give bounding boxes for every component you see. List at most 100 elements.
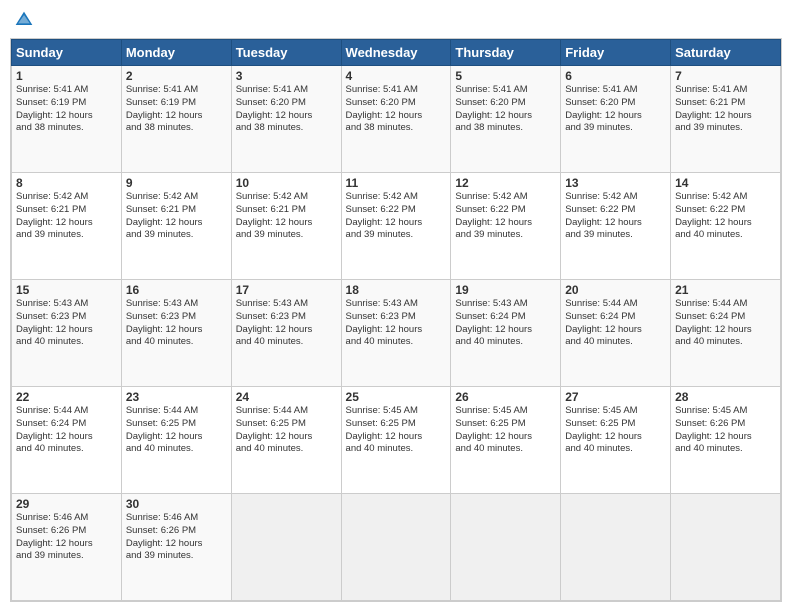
weekday-header: Saturday bbox=[671, 40, 781, 66]
day-info: Sunrise: 5:46 AM Sunset: 6:26 PM Dayligh… bbox=[126, 512, 227, 563]
calendar-week-row: 8 Sunrise: 5:42 AM Sunset: 6:21 PM Daylig… bbox=[12, 173, 781, 280]
day-info: Sunrise: 5:44 AM Sunset: 6:24 PM Dayligh… bbox=[16, 405, 117, 456]
day-number: 15 bbox=[16, 283, 117, 297]
calendar-cell: 15Sunrise: 5:43 AM Sunset: 6:23 PM Dayli… bbox=[12, 280, 122, 387]
day-number: 3 bbox=[236, 69, 337, 83]
day-number: 30 bbox=[126, 497, 227, 511]
day-number: 17 bbox=[236, 283, 337, 297]
calendar-header-row: SundayMondayTuesdayWednesdayThursdayFrid… bbox=[12, 40, 781, 66]
day-number: 4 bbox=[346, 69, 447, 83]
calendar-cell: 10Sunrise: 5:42 AM Sunset: 6:21 PM Dayli… bbox=[231, 173, 341, 280]
day-info: Sunrise: 5:44 AM Sunset: 6:24 PM Dayligh… bbox=[675, 298, 776, 349]
calendar-cell: 27Sunrise: 5:45 AM Sunset: 6:25 PM Dayli… bbox=[561, 387, 671, 494]
calendar-cell: 28Sunrise: 5:45 AM Sunset: 6:26 PM Dayli… bbox=[671, 387, 781, 494]
day-number: 27 bbox=[565, 390, 666, 404]
day-info: Sunrise: 5:44 AM Sunset: 6:25 PM Dayligh… bbox=[126, 405, 227, 456]
calendar-week-row: 29Sunrise: 5:46 AM Sunset: 6:26 PM Dayli… bbox=[12, 494, 781, 601]
calendar-cell: 20Sunrise: 5:44 AM Sunset: 6:24 PM Dayli… bbox=[561, 280, 671, 387]
calendar-cell: 8Sunrise: 5:42 AM Sunset: 6:21 PM Daylig… bbox=[12, 173, 122, 280]
calendar-cell: 6Sunrise: 5:41 AM Sunset: 6:20 PM Daylig… bbox=[561, 66, 671, 173]
day-number: 6 bbox=[565, 69, 666, 83]
day-number: 22 bbox=[16, 390, 117, 404]
day-number: 13 bbox=[565, 176, 666, 190]
day-info: Sunrise: 5:45 AM Sunset: 6:25 PM Dayligh… bbox=[565, 405, 666, 456]
logo bbox=[14, 10, 36, 30]
calendar-cell: 2Sunrise: 5:41 AM Sunset: 6:19 PM Daylig… bbox=[121, 66, 231, 173]
day-number: 8 bbox=[16, 176, 117, 190]
calendar: SundayMondayTuesdayWednesdayThursdayFrid… bbox=[10, 38, 782, 602]
calendar-cell: 3Sunrise: 5:41 AM Sunset: 6:20 PM Daylig… bbox=[231, 66, 341, 173]
day-info: Sunrise: 5:42 AM Sunset: 6:22 PM Dayligh… bbox=[675, 191, 776, 242]
calendar-cell: 19Sunrise: 5:43 AM Sunset: 6:24 PM Dayli… bbox=[451, 280, 561, 387]
day-info: Sunrise: 5:42 AM Sunset: 6:21 PM Dayligh… bbox=[126, 191, 227, 242]
day-number: 9 bbox=[126, 176, 227, 190]
calendar-cell: 14Sunrise: 5:42 AM Sunset: 6:22 PM Dayli… bbox=[671, 173, 781, 280]
day-info: Sunrise: 5:41 AM Sunset: 6:20 PM Dayligh… bbox=[565, 84, 666, 135]
day-info: Sunrise: 5:45 AM Sunset: 6:25 PM Dayligh… bbox=[455, 405, 556, 456]
calendar-cell: 18Sunrise: 5:43 AM Sunset: 6:23 PM Dayli… bbox=[341, 280, 451, 387]
day-info: Sunrise: 5:44 AM Sunset: 6:24 PM Dayligh… bbox=[565, 298, 666, 349]
day-number: 18 bbox=[346, 283, 447, 297]
day-info: Sunrise: 5:45 AM Sunset: 6:26 PM Dayligh… bbox=[675, 405, 776, 456]
calendar-cell: 25Sunrise: 5:45 AM Sunset: 6:25 PM Dayli… bbox=[341, 387, 451, 494]
calendar-cell: 30Sunrise: 5:46 AM Sunset: 6:26 PM Dayli… bbox=[121, 494, 231, 601]
day-number: 21 bbox=[675, 283, 776, 297]
day-info: Sunrise: 5:41 AM Sunset: 6:20 PM Dayligh… bbox=[455, 84, 556, 135]
day-info: Sunrise: 5:41 AM Sunset: 6:21 PM Dayligh… bbox=[675, 84, 776, 135]
logo-icon bbox=[14, 10, 34, 30]
calendar-cell: 7Sunrise: 5:41 AM Sunset: 6:21 PM Daylig… bbox=[671, 66, 781, 173]
calendar-cell: 21Sunrise: 5:44 AM Sunset: 6:24 PM Dayli… bbox=[671, 280, 781, 387]
calendar-cell: 23Sunrise: 5:44 AM Sunset: 6:25 PM Dayli… bbox=[121, 387, 231, 494]
day-number: 29 bbox=[16, 497, 117, 511]
calendar-week-row: 15Sunrise: 5:43 AM Sunset: 6:23 PM Dayli… bbox=[12, 280, 781, 387]
calendar-cell: 11Sunrise: 5:42 AM Sunset: 6:22 PM Dayli… bbox=[341, 173, 451, 280]
day-number: 11 bbox=[346, 176, 447, 190]
calendar-cell: 22Sunrise: 5:44 AM Sunset: 6:24 PM Dayli… bbox=[12, 387, 122, 494]
calendar-cell: 17Sunrise: 5:43 AM Sunset: 6:23 PM Dayli… bbox=[231, 280, 341, 387]
calendar-cell: 1Sunrise: 5:41 AM Sunset: 6:19 PM Daylig… bbox=[12, 66, 122, 173]
calendar-cell: 5Sunrise: 5:41 AM Sunset: 6:20 PM Daylig… bbox=[451, 66, 561, 173]
weekday-header: Wednesday bbox=[341, 40, 451, 66]
day-number: 2 bbox=[126, 69, 227, 83]
day-info: Sunrise: 5:43 AM Sunset: 6:23 PM Dayligh… bbox=[16, 298, 117, 349]
day-number: 26 bbox=[455, 390, 556, 404]
calendar-table: SundayMondayTuesdayWednesdayThursdayFrid… bbox=[11, 39, 781, 601]
calendar-week-row: 1Sunrise: 5:41 AM Sunset: 6:19 PM Daylig… bbox=[12, 66, 781, 173]
calendar-cell: 9Sunrise: 5:42 AM Sunset: 6:21 PM Daylig… bbox=[121, 173, 231, 280]
calendar-cell bbox=[671, 494, 781, 601]
day-number: 5 bbox=[455, 69, 556, 83]
day-info: Sunrise: 5:41 AM Sunset: 6:20 PM Dayligh… bbox=[346, 84, 447, 135]
day-number: 1 bbox=[16, 69, 117, 83]
day-number: 28 bbox=[675, 390, 776, 404]
weekday-header: Monday bbox=[121, 40, 231, 66]
day-number: 20 bbox=[565, 283, 666, 297]
day-info: Sunrise: 5:45 AM Sunset: 6:25 PM Dayligh… bbox=[346, 405, 447, 456]
calendar-cell: 12Sunrise: 5:42 AM Sunset: 6:22 PM Dayli… bbox=[451, 173, 561, 280]
day-info: Sunrise: 5:42 AM Sunset: 6:22 PM Dayligh… bbox=[346, 191, 447, 242]
calendar-cell bbox=[231, 494, 341, 601]
day-info: Sunrise: 5:46 AM Sunset: 6:26 PM Dayligh… bbox=[16, 512, 117, 563]
weekday-header: Sunday bbox=[12, 40, 122, 66]
calendar-cell: 4Sunrise: 5:41 AM Sunset: 6:20 PM Daylig… bbox=[341, 66, 451, 173]
day-info: Sunrise: 5:43 AM Sunset: 6:23 PM Dayligh… bbox=[126, 298, 227, 349]
day-info: Sunrise: 5:44 AM Sunset: 6:25 PM Dayligh… bbox=[236, 405, 337, 456]
calendar-cell bbox=[561, 494, 671, 601]
day-number: 16 bbox=[126, 283, 227, 297]
calendar-body: 1Sunrise: 5:41 AM Sunset: 6:19 PM Daylig… bbox=[12, 66, 781, 601]
page: SundayMondayTuesdayWednesdayThursdayFrid… bbox=[0, 0, 792, 612]
day-info: Sunrise: 5:43 AM Sunset: 6:23 PM Dayligh… bbox=[236, 298, 337, 349]
day-number: 7 bbox=[675, 69, 776, 83]
header bbox=[10, 10, 782, 30]
day-info: Sunrise: 5:42 AM Sunset: 6:21 PM Dayligh… bbox=[236, 191, 337, 242]
day-number: 24 bbox=[236, 390, 337, 404]
calendar-cell: 29Sunrise: 5:46 AM Sunset: 6:26 PM Dayli… bbox=[12, 494, 122, 601]
calendar-cell: 16Sunrise: 5:43 AM Sunset: 6:23 PM Dayli… bbox=[121, 280, 231, 387]
calendar-cell bbox=[341, 494, 451, 601]
day-number: 12 bbox=[455, 176, 556, 190]
day-number: 10 bbox=[236, 176, 337, 190]
day-info: Sunrise: 5:43 AM Sunset: 6:24 PM Dayligh… bbox=[455, 298, 556, 349]
calendar-cell bbox=[451, 494, 561, 601]
calendar-week-row: 22Sunrise: 5:44 AM Sunset: 6:24 PM Dayli… bbox=[12, 387, 781, 494]
calendar-cell: 24Sunrise: 5:44 AM Sunset: 6:25 PM Dayli… bbox=[231, 387, 341, 494]
weekday-header: Friday bbox=[561, 40, 671, 66]
